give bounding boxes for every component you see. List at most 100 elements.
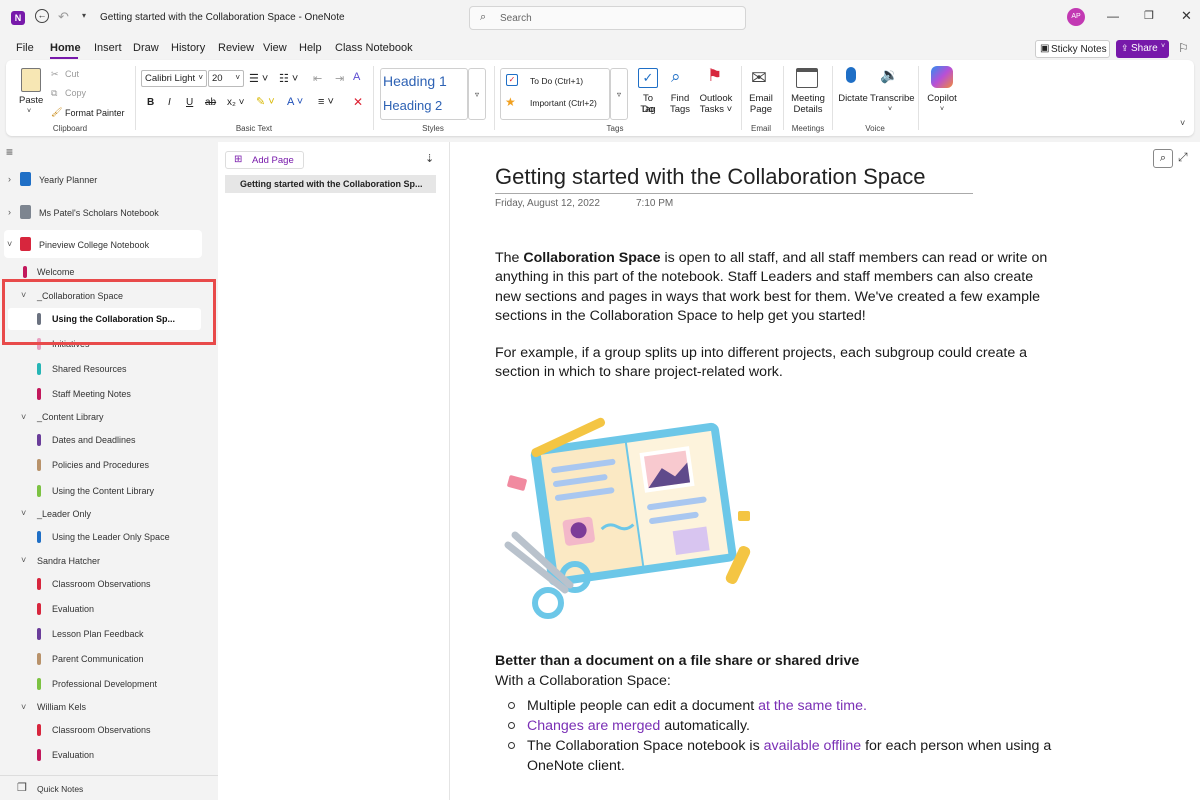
font-color-icon[interactable]: A ˅ (287, 96, 303, 108)
copilot-icon[interactable] (931, 66, 953, 88)
section-professional-development[interactable]: Professional Development (52, 679, 157, 689)
section-using-content[interactable]: Using the Content Library (52, 486, 154, 496)
paragraph-line[interactable]: new sections and pages in ways that work… (495, 288, 1040, 308)
notebook-ms-patel[interactable]: Ms Patel's Scholars Notebook (39, 208, 159, 218)
page-title[interactable]: Getting started with the Collaboration S… (495, 164, 925, 190)
chevron-right-icon[interactable]: › (8, 174, 11, 184)
link[interactable]: available offline (764, 738, 862, 754)
avatar[interactable]: AP (1067, 8, 1085, 26)
underline-icon[interactable]: U (186, 97, 193, 108)
transcribe-chevron-icon[interactable]: ˅ (888, 104, 892, 115)
menu-review[interactable]: Review (218, 42, 254, 54)
transcribe-icon[interactable]: 🔉 (880, 66, 899, 84)
find-tags-line2[interactable]: Tags (667, 104, 693, 115)
email-page-line2[interactable]: Page (746, 104, 776, 115)
section-group-william[interactable]: William Kels (37, 702, 86, 712)
styles-pane-icon[interactable]: A (353, 71, 360, 83)
paste-chevron-icon[interactable]: ˅ (27, 106, 31, 117)
expand-icon[interactable]: ⤢ (1178, 150, 1188, 165)
decrease-indent-icon[interactable]: ⇤ (313, 72, 322, 85)
italic-icon[interactable]: I (168, 97, 171, 108)
find-tags-icon[interactable]: ⌕ (671, 67, 681, 87)
email-page-line1[interactable]: Email (746, 93, 776, 104)
menu-view[interactable]: View (263, 42, 287, 54)
subscript-icon[interactable]: x₂ ˅ (227, 97, 245, 108)
highlight-icon[interactable]: ✎ ˅ (256, 95, 275, 108)
menu-file[interactable]: File (16, 42, 34, 54)
menu-history[interactable]: History (171, 42, 205, 54)
paragraph-line[interactable]: For example, if a group splits up into d… (495, 344, 1027, 364)
section-group-sandra[interactable]: Sandra Hatcher (37, 556, 100, 566)
bold-icon[interactable]: B (147, 97, 154, 108)
undo-icon[interactable]: ↶ (58, 9, 69, 25)
important-tag-label[interactable]: Important (Ctrl+2) (530, 98, 597, 108)
section-shared-resources[interactable]: Shared Resources (52, 364, 127, 374)
todo-tag-icon[interactable]: ✓ (638, 68, 658, 88)
increase-indent-icon[interactable]: ⇥ (335, 72, 344, 85)
subheading-line[interactable]: With a Collaboration Space: (495, 672, 671, 692)
section-staff-meeting[interactable]: Staff Meeting Notes (52, 389, 131, 399)
bullet-item[interactable]: Changes are merged automatically. (527, 717, 750, 737)
section-group-leader[interactable]: _Leader Only (37, 509, 91, 519)
section-parent-communication[interactable]: Parent Communication (52, 654, 144, 664)
copilot-chevron-icon[interactable]: ˅ (940, 104, 944, 115)
menu-draw[interactable]: Draw (133, 42, 159, 54)
hamburger-menu-icon[interactable]: ≡ (6, 145, 13, 159)
paragraph-line[interactable]: section in which to share project-relate… (495, 363, 783, 383)
notebook-yearly-planner[interactable]: Yearly Planner (39, 175, 97, 185)
section-classroom-observations[interactable]: Classroom Observations (52, 579, 151, 589)
add-page-button[interactable]: ⊞ Add Page (225, 151, 304, 169)
sort-icon[interactable]: ⇣ (425, 152, 434, 165)
clear-formatting-icon[interactable]: ✕ (353, 95, 363, 109)
cut-label[interactable]: Cut (65, 69, 79, 79)
page-item-selected[interactable]: Getting started with the Collaboration S… (225, 175, 436, 193)
quick-access-dropdown-icon[interactable]: ▾ (82, 11, 86, 20)
align-icon[interactable]: ≡ ˅ (318, 96, 334, 108)
chevron-down-icon[interactable]: ˅ (21, 702, 26, 712)
meeting-details-icon[interactable] (796, 68, 818, 88)
microphone-icon[interactable] (846, 67, 856, 83)
notebook-pineview[interactable]: Pineview College Notebook (39, 240, 149, 250)
heading1-style[interactable]: Heading 1 (383, 73, 447, 89)
section-heading[interactable]: Better than a document on a file share o… (495, 652, 859, 672)
section-evaluation-2[interactable]: Evaluation (52, 750, 94, 760)
meeting-details-line2[interactable]: Details (788, 104, 828, 115)
bullet-item[interactable]: Multiple people can edit a document at t… (527, 697, 867, 717)
paragraph-line[interactable]: sections in the Collaboration Space to h… (495, 307, 866, 327)
search-box[interactable]: ⌕ Search (469, 6, 746, 30)
chevron-down-icon[interactable]: ˅ (21, 508, 26, 518)
dictate-label[interactable]: Dictate (836, 93, 870, 104)
format-painter-label[interactable]: Format Painter (65, 108, 125, 118)
outlook-tasks-icon[interactable]: ⚑ (707, 66, 722, 86)
ribbon-collapse-icon[interactable]: ˅ (1180, 118, 1185, 128)
share-button[interactable]: ⇪ Share ˅ (1116, 40, 1169, 58)
chevron-down-icon[interactable]: ˅ (21, 412, 26, 422)
page-search-icon[interactable]: ⌕ (1153, 149, 1173, 168)
paragraph-line[interactable]: The Collaboration Space is open to all s… (495, 249, 1047, 269)
menu-insert[interactable]: Insert (94, 42, 122, 54)
link[interactable]: at the same time. (758, 698, 867, 714)
meeting-details-line1[interactable]: Meeting (788, 93, 828, 104)
font-name-select[interactable]: Calibri Light ˅ (141, 70, 207, 87)
find-tags-line1[interactable]: Find (667, 93, 693, 104)
cut-icon[interactable]: ✂ (51, 69, 59, 80)
paste-label[interactable]: Paste (19, 95, 43, 106)
section-welcome[interactable]: Welcome (37, 267, 74, 277)
close-icon[interactable]: ✕ (1181, 8, 1192, 24)
bullets-icon[interactable]: ☰ ˅ (249, 72, 268, 85)
todo-tag-label[interactable]: To Do (Ctrl+1) (530, 76, 583, 86)
back-icon[interactable]: ← (35, 9, 49, 23)
restore-icon[interactable]: ❐ (1144, 9, 1154, 22)
transcribe-label[interactable]: Transcribe (870, 93, 915, 104)
paste-icon[interactable] (21, 68, 41, 92)
numbering-icon[interactable]: ☷ ˅ (279, 72, 298, 85)
todo-tag-line2[interactable]: Tag (636, 104, 660, 115)
copy-label[interactable]: Copy (65, 88, 86, 98)
menu-class-notebook[interactable]: Class Notebook (335, 42, 413, 54)
tags-more-button[interactable]: ▿ (610, 68, 628, 120)
bullet-item[interactable]: The Collaboration Space notebook is avai… (527, 737, 1051, 757)
menu-help[interactable]: Help (299, 42, 322, 54)
paragraph-line[interactable]: anything in this part of the notebook. S… (495, 268, 1033, 288)
heading2-style[interactable]: Heading 2 (383, 98, 442, 113)
menu-home[interactable]: Home (50, 42, 81, 54)
